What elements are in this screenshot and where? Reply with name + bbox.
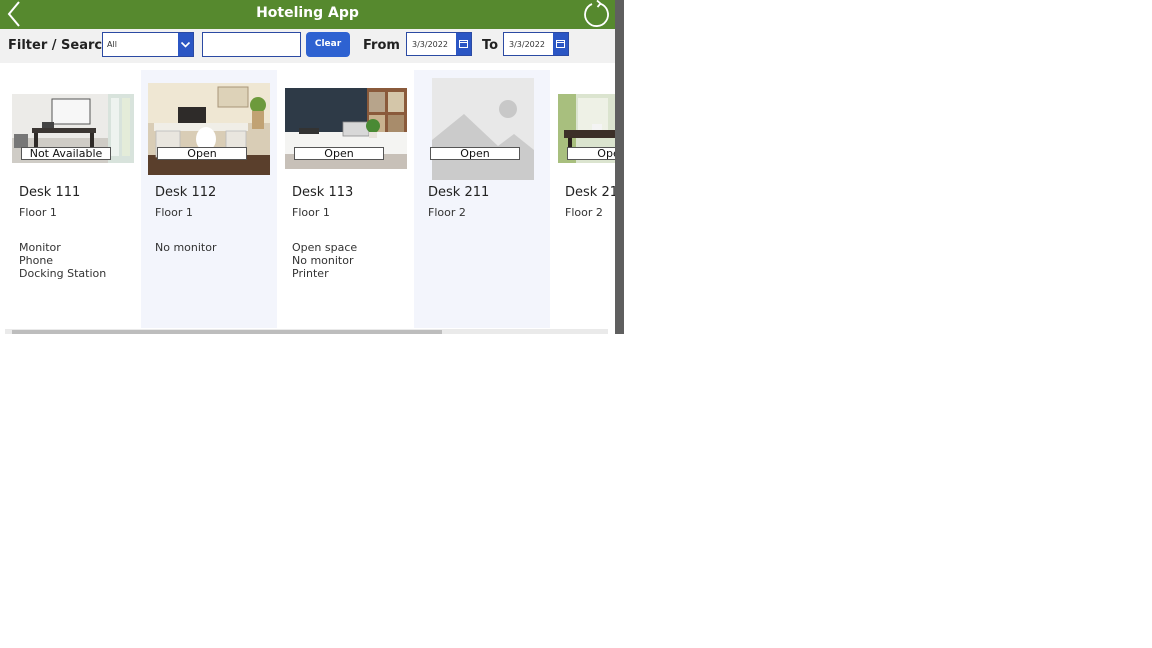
desk-name: Desk 211 — [428, 185, 490, 200]
desk-name: Desk 111 — [19, 185, 81, 200]
to-label: To — [482, 38, 499, 53]
desk-card[interactable]: Open Desk 112 Floor 1 No monitor — [141, 70, 277, 328]
desk-name: Desk 113 — [292, 185, 354, 200]
from-date-value: 3/3/2022 — [412, 40, 448, 49]
desk-features: No monitor — [155, 241, 217, 254]
calendar-icon[interactable] — [456, 33, 471, 55]
desk-gallery: Not Available Desk 111 Floor 1 Monitor P… — [5, 70, 615, 328]
title-bar: Hoteling App — [0, 0, 615, 29]
status-badge: Open — [430, 147, 520, 160]
chevron-down-icon[interactable] — [178, 33, 193, 56]
status-badge: Open — [567, 147, 615, 160]
desk-floor: Floor 2 — [428, 206, 466, 219]
hoteling-app: Hoteling App Filter / Search All Clear F… — [0, 0, 615, 334]
feature-item: Open space — [292, 241, 358, 254]
desk-card[interactable]: Not Available Desk 111 Floor 1 Monitor P… — [5, 70, 141, 328]
filter-bar: Filter / Search All Clear From 3/3/2022 … — [0, 29, 615, 63]
filter-search-label: Filter / Search — [8, 38, 112, 53]
desk-features: Open space No monitor Printer — [292, 241, 357, 280]
from-date-picker[interactable]: 3/3/2022 — [406, 32, 472, 56]
to-date-picker[interactable]: 3/3/2022 — [503, 32, 569, 56]
scrollbar-thumb[interactable] — [12, 330, 442, 334]
status-badge: Open — [157, 147, 247, 160]
image-placeholder-icon — [432, 78, 534, 180]
clear-button[interactable]: Clear — [306, 32, 350, 57]
feature-item: Monitor — [19, 241, 61, 254]
refresh-button[interactable] — [583, 0, 611, 28]
feature-item: Printer — [292, 267, 329, 280]
gallery-scrollbar[interactable] — [5, 329, 608, 334]
feature-item: Docking Station — [19, 267, 107, 280]
refresh-icon — [584, 0, 609, 27]
desk-photo — [148, 83, 270, 175]
desk-features: Monitor Phone Docking Station — [19, 241, 106, 280]
desk-card[interactable]: Open Desk 212 Floor 2 — [551, 70, 615, 328]
desk-floor: Floor 1 — [19, 206, 57, 219]
feature-item: Phone — [19, 254, 54, 267]
desk-name: Desk 112 — [155, 185, 217, 200]
desk-card[interactable]: Open Desk 113 Floor 1 Open space No moni… — [278, 70, 414, 328]
calendar-icon[interactable] — [553, 33, 568, 55]
desk-card[interactable]: Open Desk 211 Floor 2 — [414, 70, 550, 328]
status-badge: Open — [294, 147, 384, 160]
desk-name: Desk 212 — [565, 185, 615, 200]
app-title: Hoteling App — [256, 5, 359, 21]
search-input[interactable] — [202, 32, 301, 57]
feature-item: No monitor — [292, 254, 354, 267]
to-date-value: 3/3/2022 — [509, 40, 545, 49]
from-label: From — [363, 38, 400, 53]
desk-floor: Floor 1 — [292, 206, 330, 219]
window-edge — [615, 0, 624, 334]
category-dropdown[interactable]: All — [102, 32, 194, 57]
feature-item: No monitor — [155, 241, 217, 254]
desk-floor: Floor 1 — [155, 206, 193, 219]
status-badge: Not Available — [21, 147, 111, 160]
desk-floor: Floor 2 — [565, 206, 603, 219]
dropdown-value: All — [107, 40, 117, 49]
